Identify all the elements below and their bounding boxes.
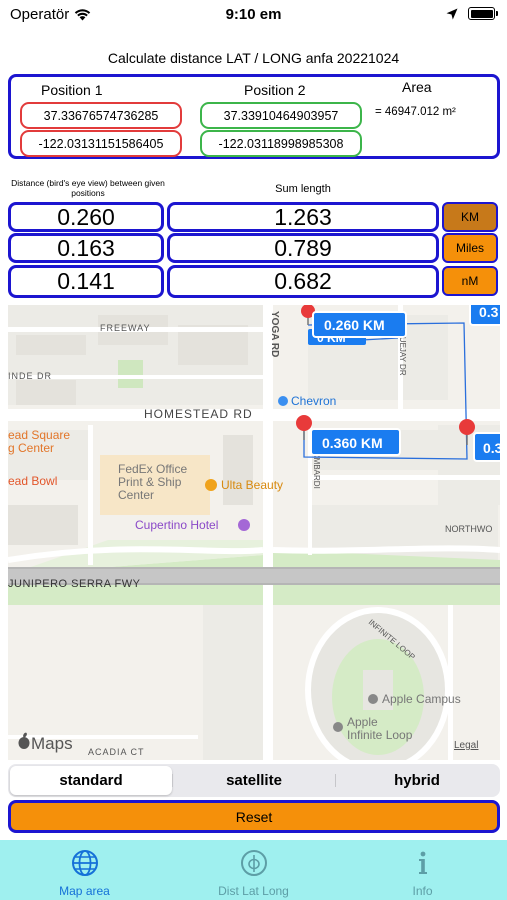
distance-km-value: 0.260 [8, 202, 164, 232]
poi-fedex-1[interactable]: FedEx Office [118, 462, 187, 476]
tab-info[interactable]: Info [338, 840, 507, 900]
street-label-inde: INDE DR [8, 371, 52, 381]
street-label-freeway: FREEWAY [100, 323, 151, 333]
poi-cupertino-hotel[interactable]: Cupertino Hotel [135, 518, 218, 532]
area-value: = 46947.012 m² [375, 106, 456, 118]
app-title: Calculate distance LAT / LONG anfa 20221… [107, 50, 400, 66]
map-distance-label-right-top: 0.3 [479, 305, 499, 320]
map-type-standard[interactable]: standard [10, 766, 172, 795]
location-arrow-icon [446, 8, 458, 19]
position-1-label: Position 1 [41, 82, 103, 98]
poi-fedex-2[interactable]: Print & Ship [118, 475, 182, 489]
poi-chevron[interactable]: Chevron [291, 394, 336, 408]
map-type-hybrid[interactable]: hybrid [336, 766, 498, 795]
distance-nm-value: 0.141 [8, 265, 164, 298]
info-icon [408, 848, 438, 878]
position-1-longitude-field[interactable]: -122.03131151586405 [20, 130, 182, 157]
unit-nm-button[interactable]: nM [442, 266, 498, 296]
map-type-satellite[interactable]: satellite [173, 766, 335, 795]
maps-attribution: Maps [31, 734, 73, 753]
unit-miles-button[interactable]: Miles [442, 233, 498, 263]
map-type-segmented-control: standard satellite hybrid [8, 764, 500, 797]
phi-icon [239, 848, 269, 878]
poi-apple-campus[interactable]: Apple Campus [382, 692, 461, 706]
poi-head-bowl[interactable]: ead Bowl [8, 474, 57, 488]
legal-link[interactable]: Legal [454, 740, 478, 751]
position-2-longitude-field[interactable]: -122.03118998985308 [200, 130, 362, 157]
tab-map-area[interactable]: Map area [0, 840, 169, 900]
chevron-pin-icon[interactable] [278, 396, 288, 406]
battery-icon [468, 7, 498, 20]
globe-icon [70, 848, 100, 878]
tab-info-label: Info [412, 884, 433, 898]
apple-loop-pin-icon[interactable] [333, 722, 343, 732]
poi-fedex-3[interactable]: Center [118, 488, 154, 502]
sum-km-value: 1.263 [167, 202, 439, 232]
sum-nm-value: 0.682 [167, 265, 439, 298]
status-bar: Operatör 9:10 em [0, 0, 507, 30]
tab-bar: Map area Dist Lat Long Info [0, 840, 507, 900]
poi-apple-loop-2[interactable]: Infinite Loop [347, 728, 413, 742]
hotel-pin-icon[interactable] [238, 519, 250, 531]
street-label-northwo: NORTHWO [445, 524, 492, 534]
street-label-junipero: JUNIPERO SERRA FWY [8, 578, 141, 590]
status-time: 9:10 em [225, 6, 282, 23]
sum-caption: Sum length [275, 183, 331, 195]
street-label-yoga: YOGA RD [269, 311, 280, 357]
map-distance-label-top: 0.260 KM [324, 317, 385, 333]
map-distance-label-mid: 0.360 KM [322, 435, 383, 451]
tab-dist-lat-long[interactable]: Dist Lat Long [169, 840, 338, 900]
reset-button[interactable]: Reset [8, 800, 500, 833]
poi-head-square-2[interactable]: g Center [8, 441, 54, 455]
unit-km-button[interactable]: KM [442, 202, 498, 232]
positions-panel: Position 1 Position 2 Area 37.3367657473… [8, 74, 500, 159]
ulta-pin-icon[interactable] [205, 479, 217, 491]
poi-apple-loop-1[interactable]: Apple [347, 715, 378, 729]
map-distance-label-right-mid: 0.3 [483, 440, 500, 456]
map-view[interactable]: FREEWAY INDE DR YOGA RD HOMESTEAD RD BLU… [8, 305, 500, 760]
sum-miles-value: 0.789 [167, 233, 439, 263]
distance-caption: Distance (bird's eye view) between given… [11, 178, 165, 198]
apple-campus-pin-icon[interactable] [368, 694, 378, 704]
position-2-latitude-field[interactable]: 37.33910464903957 [200, 102, 362, 129]
position-1-latitude-field[interactable]: 37.33676574736285 [20, 102, 182, 129]
poi-ulta[interactable]: Ulta Beauty [221, 478, 283, 492]
distance-miles-value: 0.163 [8, 233, 164, 263]
status-right [446, 7, 498, 20]
street-label-homestead: HOMESTEAD RD [144, 407, 253, 421]
position-2-label: Position 2 [244, 82, 306, 98]
street-label-acadia: ACADIA CT [88, 747, 145, 757]
area-label: Area [402, 79, 432, 95]
tab-dist-lat-long-label: Dist Lat Long [218, 884, 289, 898]
tab-map-area-label: Map area [59, 884, 110, 898]
poi-head-square-1[interactable]: ead Square [8, 428, 70, 442]
